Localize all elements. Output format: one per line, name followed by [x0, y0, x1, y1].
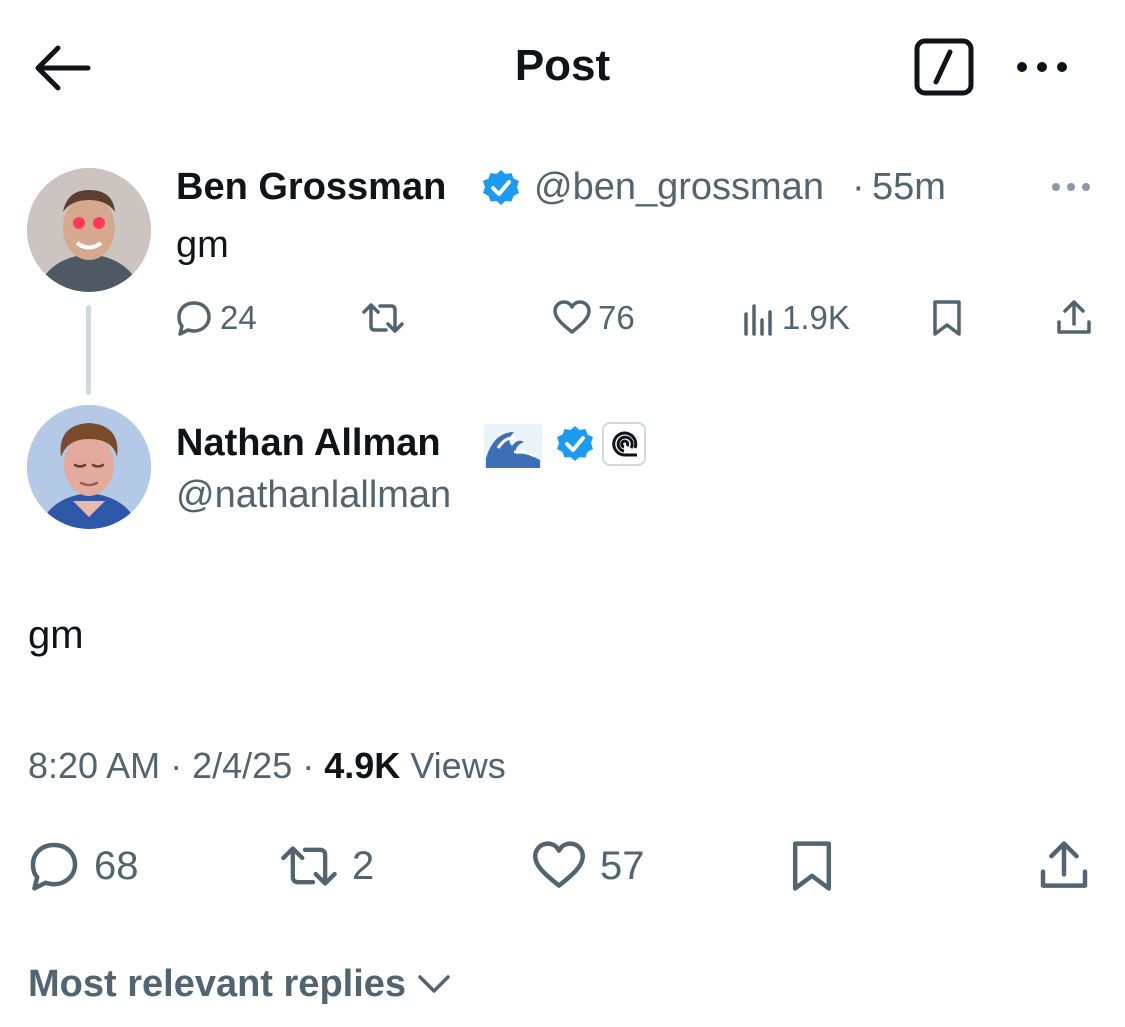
post-time[interactable]: 55m: [872, 164, 946, 210]
share-button[interactable]: [1036, 838, 1092, 894]
post-meta: 8:20 AM · 2/4/25 · 4.9K Views: [28, 743, 506, 789]
bookmark-button[interactable]: [788, 838, 836, 894]
repost-button[interactable]: [360, 296, 406, 340]
author-handle[interactable]: @ben_grossman: [534, 164, 824, 210]
verified-badge-icon: [481, 168, 521, 208]
post-text: gm: [176, 224, 229, 266]
analytics-icon: [742, 298, 776, 338]
like-button[interactable]: 57: [530, 838, 645, 894]
separator-dot: ·: [302, 745, 315, 786]
separator-dot: ·: [170, 745, 183, 786]
more-options-icon[interactable]: [1048, 175, 1094, 199]
reply-icon: [174, 298, 214, 338]
bookmark-icon: [788, 838, 836, 894]
wave-emoji-icon: [484, 424, 542, 468]
bookmark-icon: [930, 298, 964, 338]
reply-button[interactable]: 24: [174, 296, 257, 340]
views-count[interactable]: 4.9K: [324, 745, 400, 786]
avatar[interactable]: [27, 168, 151, 292]
views-count: 1.9K: [782, 299, 850, 336]
heart-icon: [552, 298, 592, 338]
author-handle[interactable]: @nathanlallman: [176, 472, 451, 518]
bookmark-button[interactable]: [930, 296, 964, 340]
reply-button[interactable]: 68: [26, 838, 139, 894]
repost-button[interactable]: 2: [278, 838, 374, 894]
affiliation-logo-icon[interactable]: [602, 422, 646, 466]
repost-icon: [360, 298, 406, 338]
verified-badge-icon: [555, 424, 595, 464]
replies-sort-dropdown[interactable]: Most relevant replies: [28, 960, 452, 1008]
repost-icon: [278, 839, 340, 893]
reply-count: 24: [220, 299, 257, 336]
thread-line: [86, 305, 91, 395]
post-time[interactable]: 8:20 AM: [28, 745, 160, 786]
author-name[interactable]: Nathan Allman: [176, 420, 441, 466]
like-button[interactable]: 76: [552, 296, 635, 340]
replies-sort-label: Most relevant replies: [28, 963, 407, 1005]
post-text: gm: [28, 613, 84, 657]
share-icon: [1036, 838, 1092, 894]
heart-icon: [530, 838, 588, 894]
avatar[interactable]: [27, 405, 151, 529]
more-options-icon[interactable]: [1012, 50, 1072, 84]
views-button[interactable]: 1.9K: [742, 296, 850, 340]
views-label: Views: [410, 745, 506, 786]
share-button[interactable]: [1054, 296, 1094, 340]
like-count: 57: [600, 843, 645, 888]
post-date[interactable]: 2/4/25: [192, 745, 292, 786]
repost-count: 2: [352, 843, 375, 888]
reply-count: 68: [94, 843, 139, 888]
separator-dot: ·: [852, 166, 865, 208]
author-name[interactable]: Ben Grossman: [176, 164, 446, 210]
reply-icon: [26, 838, 82, 894]
share-icon: [1054, 298, 1094, 338]
like-count: 76: [598, 299, 635, 336]
grok-icon[interactable]: [914, 38, 974, 96]
chevron-down-icon: [416, 972, 452, 996]
